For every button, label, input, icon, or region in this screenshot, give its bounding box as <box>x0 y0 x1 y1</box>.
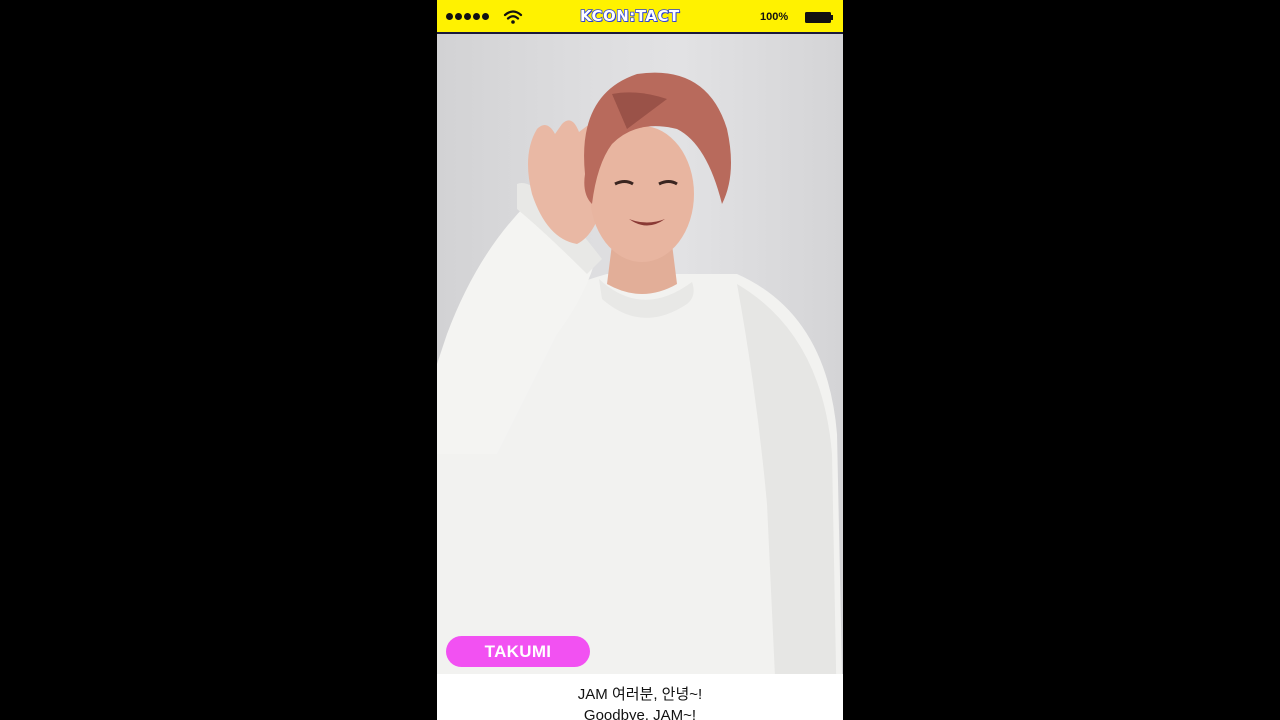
wifi-icon <box>503 10 523 24</box>
subtitle-box: JAM 여러분, 안녕~! Goodbye, JAM~! <box>437 674 843 720</box>
subtitle-korean: JAM 여러분, 안녕~! <box>577 686 703 703</box>
brand-logo: KCON:TACT <box>579 6 680 26</box>
video-frame: KCON:TACT 100% TAKUMI JAM 여러분, 안녕~! Good… <box>0 0 1280 720</box>
video-content: TAKUMI JAM 여러분, 안녕~! Goodbye, JAM~! <box>437 34 843 720</box>
status-bar: KCON:TACT 100% <box>437 0 843 34</box>
subtitle-english: Goodbye, JAM~! <box>583 707 697 720</box>
phone-screen-overlay: KCON:TACT 100% TAKUMI JAM 여러분, 안녕~! Good… <box>437 0 843 720</box>
battery-icon <box>805 12 833 23</box>
speaker-name-tag: TAKUMI <box>446 636 590 667</box>
signal-dots-icon <box>446 13 489 20</box>
battery-percent: 100% <box>760 11 789 23</box>
person-waving-figure <box>437 72 843 720</box>
